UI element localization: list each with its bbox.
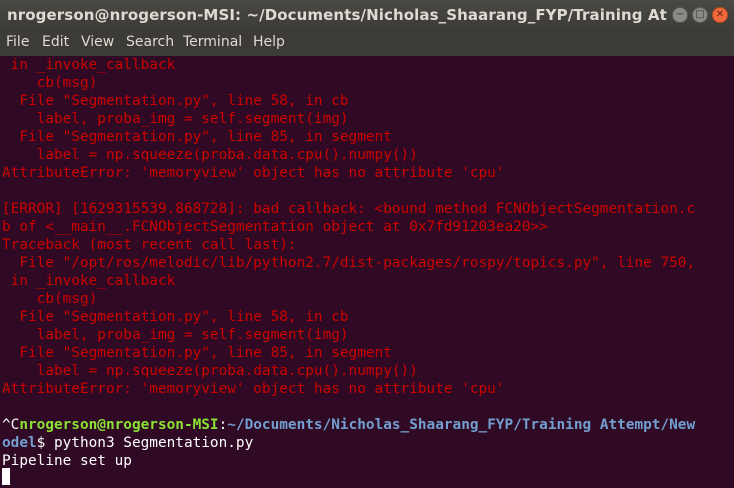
interrupt-marker: ^C xyxy=(2,417,20,433)
output-line: File "Segmentation.py", line 85, in segm… xyxy=(2,345,392,361)
prompt-path-continued: odel xyxy=(2,435,37,451)
output-line: File "Segmentation.py", line 85, in segm… xyxy=(2,129,392,145)
window-title: nrogerson@nrogerson-MSI: ~/Documents/Nic… xyxy=(7,6,667,24)
menu-terminal[interactable]: Terminal xyxy=(183,34,242,50)
output-line: b of <__main__.FCNObjectSegmentation obj… xyxy=(2,219,548,235)
output-line: File "Segmentation.py", line 58, in cb xyxy=(2,309,349,325)
output-line: cb(msg) xyxy=(2,291,98,307)
terminal-scrollbar[interactable] xyxy=(728,56,734,488)
output-line: File "/opt/ros/melodic/lib/python2.7/dis… xyxy=(2,255,696,271)
output-line: label, proba_img = self.segment(img) xyxy=(2,111,349,127)
maximize-icon[interactable]: □ xyxy=(692,7,708,23)
terminal-output[interactable]: in _invoke_callback cb(msg) File "Segmen… xyxy=(0,56,734,488)
output-line: in _invoke_callback xyxy=(2,273,176,289)
menu-edit[interactable]: Edit xyxy=(42,34,69,50)
output-line: Traceback (most recent call last): xyxy=(2,237,297,253)
output-line: cb(msg) xyxy=(2,75,98,91)
menu-help[interactable]: Help xyxy=(253,34,285,50)
menu-bar: File Edit View Search Terminal Help xyxy=(0,30,734,56)
output-line: [ERROR] [1629315539.868728]: bad callbac… xyxy=(2,201,696,217)
output-line: AttributeError: 'memoryview' object has … xyxy=(2,165,505,181)
title-bar[interactable]: nrogerson@nrogerson-MSI: ~/Documents/Nic… xyxy=(0,0,734,30)
prompt-line: ^Cnrogerson@nrogerson-MSI:~/Documents/Ni… xyxy=(2,416,695,434)
prompt-colon: : xyxy=(218,417,228,433)
output-line: label, proba_img = self.segment(img) xyxy=(2,327,349,343)
menu-file[interactable]: File xyxy=(6,34,29,50)
menu-view[interactable]: View xyxy=(81,34,114,50)
typed-command: python3 Segmentation.py xyxy=(53,435,254,451)
prompt-user-host: nrogerson@nrogerson-MSI xyxy=(19,417,219,433)
prompt-line-wrap: odel$ python3 Segmentation.py xyxy=(2,434,253,452)
close-icon[interactable]: ✕ xyxy=(712,7,728,23)
prompt-path: ~/Documents/Nicholas_Shaarang_FYP/Traini… xyxy=(227,417,696,433)
menu-search[interactable]: Search xyxy=(126,34,174,50)
output-line: in _invoke_callback xyxy=(2,57,176,73)
output-line: label = np.squeeze(proba.data.cpu().nump… xyxy=(2,363,418,379)
output-line: label = np.squeeze(proba.data.cpu().nump… xyxy=(2,147,418,163)
prompt-dollar: $ xyxy=(36,435,54,451)
text-cursor xyxy=(2,468,10,485)
output-line: File "Segmentation.py", line 58, in cb xyxy=(2,93,349,109)
output-line: AttributeError: 'memoryview' object has … xyxy=(2,381,505,397)
status-line: Pipeline set up xyxy=(2,453,132,469)
minimize-icon[interactable]: − xyxy=(672,7,688,23)
